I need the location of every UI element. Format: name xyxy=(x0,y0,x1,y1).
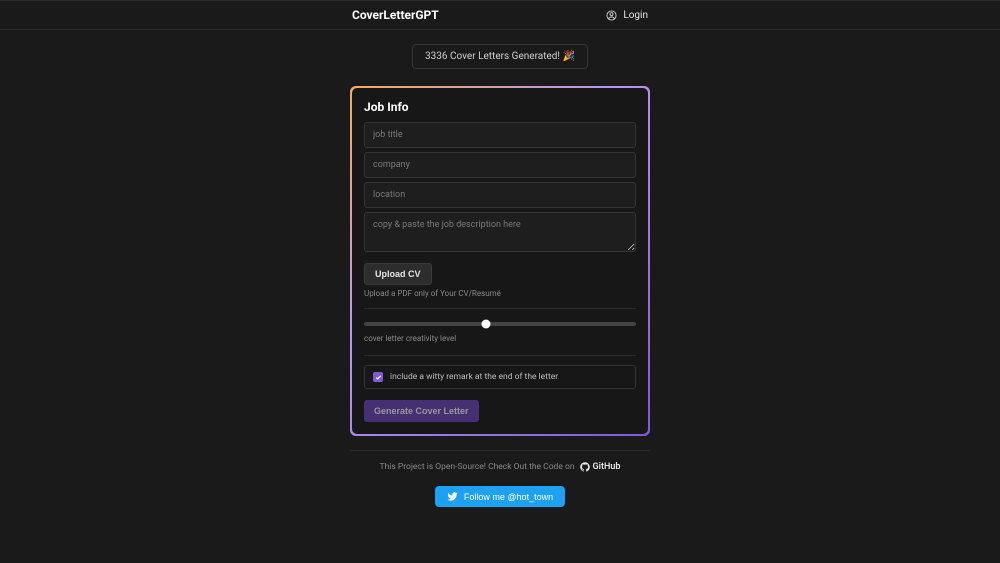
footer-text: This Project is Open-Source! Check Out t… xyxy=(380,462,575,472)
witty-remark-row[interactable]: include a witty remark at the end of the… xyxy=(364,365,636,389)
login-label: Login xyxy=(623,10,648,21)
upload-row: Upload CV Upload a PDF only of Your CV/R… xyxy=(364,262,636,298)
card-title: Job Info xyxy=(364,100,636,114)
upload-hint: Upload a PDF only of Your CV/Resumé xyxy=(364,289,636,298)
header: CoverLetterGPT Login xyxy=(0,0,1000,30)
brand-title: CoverLetterGPT xyxy=(352,8,439,22)
upload-cv-button[interactable]: Upload CV xyxy=(364,263,432,285)
stats-badge: 3336 Cover Letters Generated! 🎉 xyxy=(412,44,588,69)
user-circle-icon xyxy=(606,10,617,21)
footer: This Project is Open-Source! Check Out t… xyxy=(350,450,650,472)
divider xyxy=(364,308,636,309)
login-button[interactable]: Login xyxy=(606,10,648,21)
creativity-slider-wrap: cover letter creativity level xyxy=(364,316,636,345)
github-icon xyxy=(580,462,590,472)
slider-thumb[interactable] xyxy=(482,320,491,329)
twitter-icon xyxy=(447,491,458,502)
twitter-label: Follow me @hot_town xyxy=(464,492,553,502)
job-description-textarea[interactable] xyxy=(364,212,636,252)
job-info-card: Job Info Upload CV Upload a PDF only of … xyxy=(350,86,650,436)
location-input[interactable] xyxy=(364,182,636,208)
creativity-slider[interactable] xyxy=(364,322,636,326)
job-title-input[interactable] xyxy=(364,122,636,148)
twitter-follow-button[interactable]: Follow me @hot_town xyxy=(435,486,565,507)
github-label: GitHub xyxy=(593,462,621,472)
github-link[interactable]: GitHub xyxy=(580,462,621,472)
witty-remark-checkbox[interactable] xyxy=(373,372,383,382)
witty-remark-label: include a witty remark at the end of the… xyxy=(390,372,558,382)
main: 3336 Cover Letters Generated! 🎉 Job Info… xyxy=(0,30,1000,507)
creativity-slider-label: cover letter creativity level xyxy=(364,334,636,343)
company-input[interactable] xyxy=(364,152,636,178)
generate-cover-letter-button[interactable]: Generate Cover Letter xyxy=(364,400,479,422)
divider xyxy=(364,355,636,356)
